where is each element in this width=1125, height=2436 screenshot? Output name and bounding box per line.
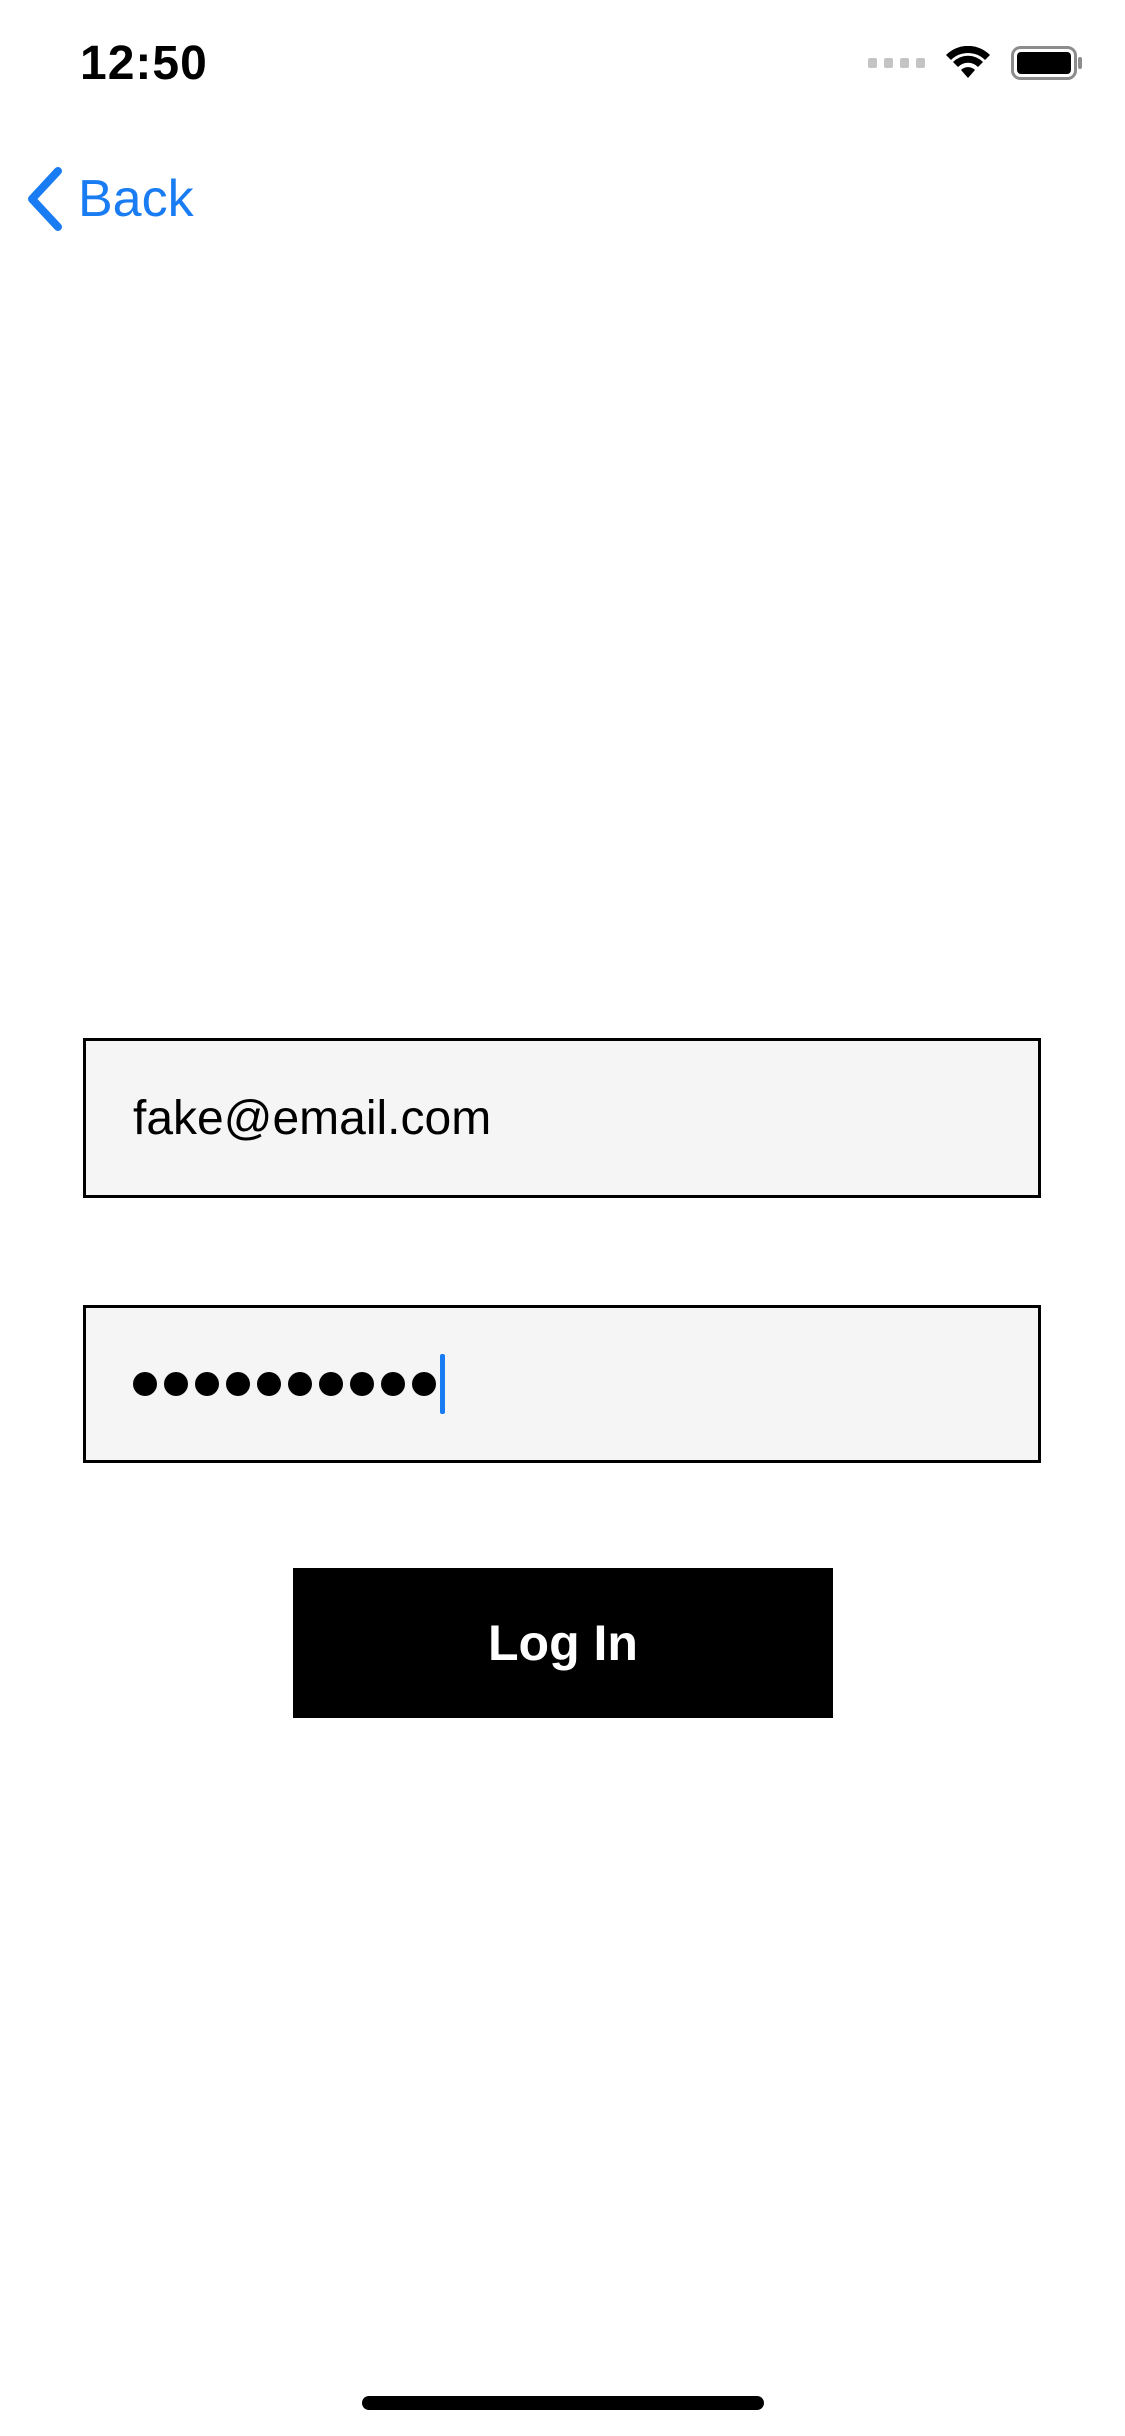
password-mask-dot	[350, 1372, 374, 1396]
signal-icon	[868, 58, 925, 68]
password-mask-dot	[226, 1372, 250, 1396]
email-value: fake@email.com	[133, 1091, 492, 1145]
battery-icon	[1011, 46, 1082, 80]
password-mask-dot	[381, 1372, 405, 1396]
password-mask-dot	[412, 1372, 436, 1396]
login-button[interactable]: Log In	[293, 1568, 833, 1718]
password-mask-dot	[257, 1372, 281, 1396]
login-screen: 12:50 Back fake@email.com Log In	[0, 0, 1125, 2436]
status-time: 12:50	[80, 37, 208, 90]
text-cursor	[440, 1354, 445, 1414]
back-label: Back	[78, 170, 194, 228]
back-button[interactable]: Back	[24, 164, 194, 234]
password-field[interactable]	[83, 1305, 1041, 1463]
status-icons	[868, 46, 1083, 80]
chevron-left-icon	[28, 167, 62, 231]
wifi-icon	[946, 46, 990, 78]
password-mask-dot	[288, 1372, 312, 1396]
password-mask	[133, 1372, 436, 1396]
password-mask-dot	[164, 1372, 188, 1396]
home-indicator[interactable]	[362, 2396, 764, 2410]
password-mask-dot	[133, 1372, 157, 1396]
password-mask-dot	[319, 1372, 343, 1396]
email-field[interactable]: fake@email.com	[83, 1038, 1041, 1198]
password-mask-dot	[195, 1372, 219, 1396]
